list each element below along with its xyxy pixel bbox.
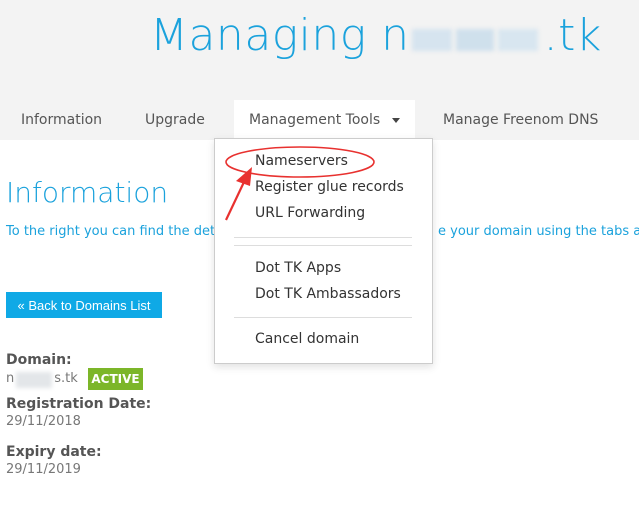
registration-date-label: Registration Date: xyxy=(6,396,152,412)
domain-value-suffix: s.tk xyxy=(54,371,78,386)
tab-upgrade[interactable]: Upgrade xyxy=(145,100,205,140)
section-title: Information xyxy=(6,176,169,209)
status-badge: ACTIVE xyxy=(88,368,143,390)
expiry-date-label: Expiry date: xyxy=(6,444,102,460)
page-title-prefix: Managing n xyxy=(150,10,410,61)
intro-text-right: e your domain using the tabs abo xyxy=(438,224,639,239)
menu-item-nameservers[interactable]: Nameservers xyxy=(255,153,348,169)
menu-item-register-glue-records[interactable]: Register glue records xyxy=(255,179,404,195)
tab-information[interactable]: Information xyxy=(21,100,102,140)
domain-label: Domain: xyxy=(6,352,72,368)
menu-item-dot-tk-apps[interactable]: Dot TK Apps xyxy=(255,260,341,276)
domain-value-prefix: n xyxy=(6,371,15,386)
page-title-suffix: .tk xyxy=(543,10,602,61)
menu-item-url-forwarding[interactable]: URL Forwarding xyxy=(255,205,365,221)
tab-management-tools[interactable]: Management Tools xyxy=(234,100,416,140)
intro-text-left: To the right you can find the deta xyxy=(6,224,224,239)
registration-date-value: 29/11/2018 xyxy=(6,414,81,429)
menu-divider xyxy=(234,237,412,238)
menu-item-dot-tk-ambassadors[interactable]: Dot TK Ambassadors xyxy=(255,286,401,302)
caret-down-icon xyxy=(392,117,401,123)
domain-value: n s.tk xyxy=(6,371,78,388)
expiry-date-value: 29/11/2019 xyxy=(6,462,81,477)
menu-divider xyxy=(234,245,412,246)
menu-item-cancel-domain[interactable]: Cancel domain xyxy=(255,331,359,347)
redacted-domain-name xyxy=(14,371,54,388)
menu-divider xyxy=(234,317,412,318)
redacted-domain-name xyxy=(411,23,542,53)
page-title: Managing n .tk xyxy=(150,10,602,61)
management-tools-dropdown: Nameservers Register glue records URL Fo… xyxy=(214,138,433,364)
domain-tabs: Information Upgrade Management Tools Man… xyxy=(0,100,639,140)
page-header: Managing n .tk Information Upgrade Manage… xyxy=(0,0,639,140)
tab-management-tools-label: Management Tools xyxy=(249,112,381,128)
back-to-domains-button[interactable]: « Back to Domains List xyxy=(6,292,162,318)
tab-manage-freenom-dns[interactable]: Manage Freenom DNS xyxy=(443,100,598,140)
